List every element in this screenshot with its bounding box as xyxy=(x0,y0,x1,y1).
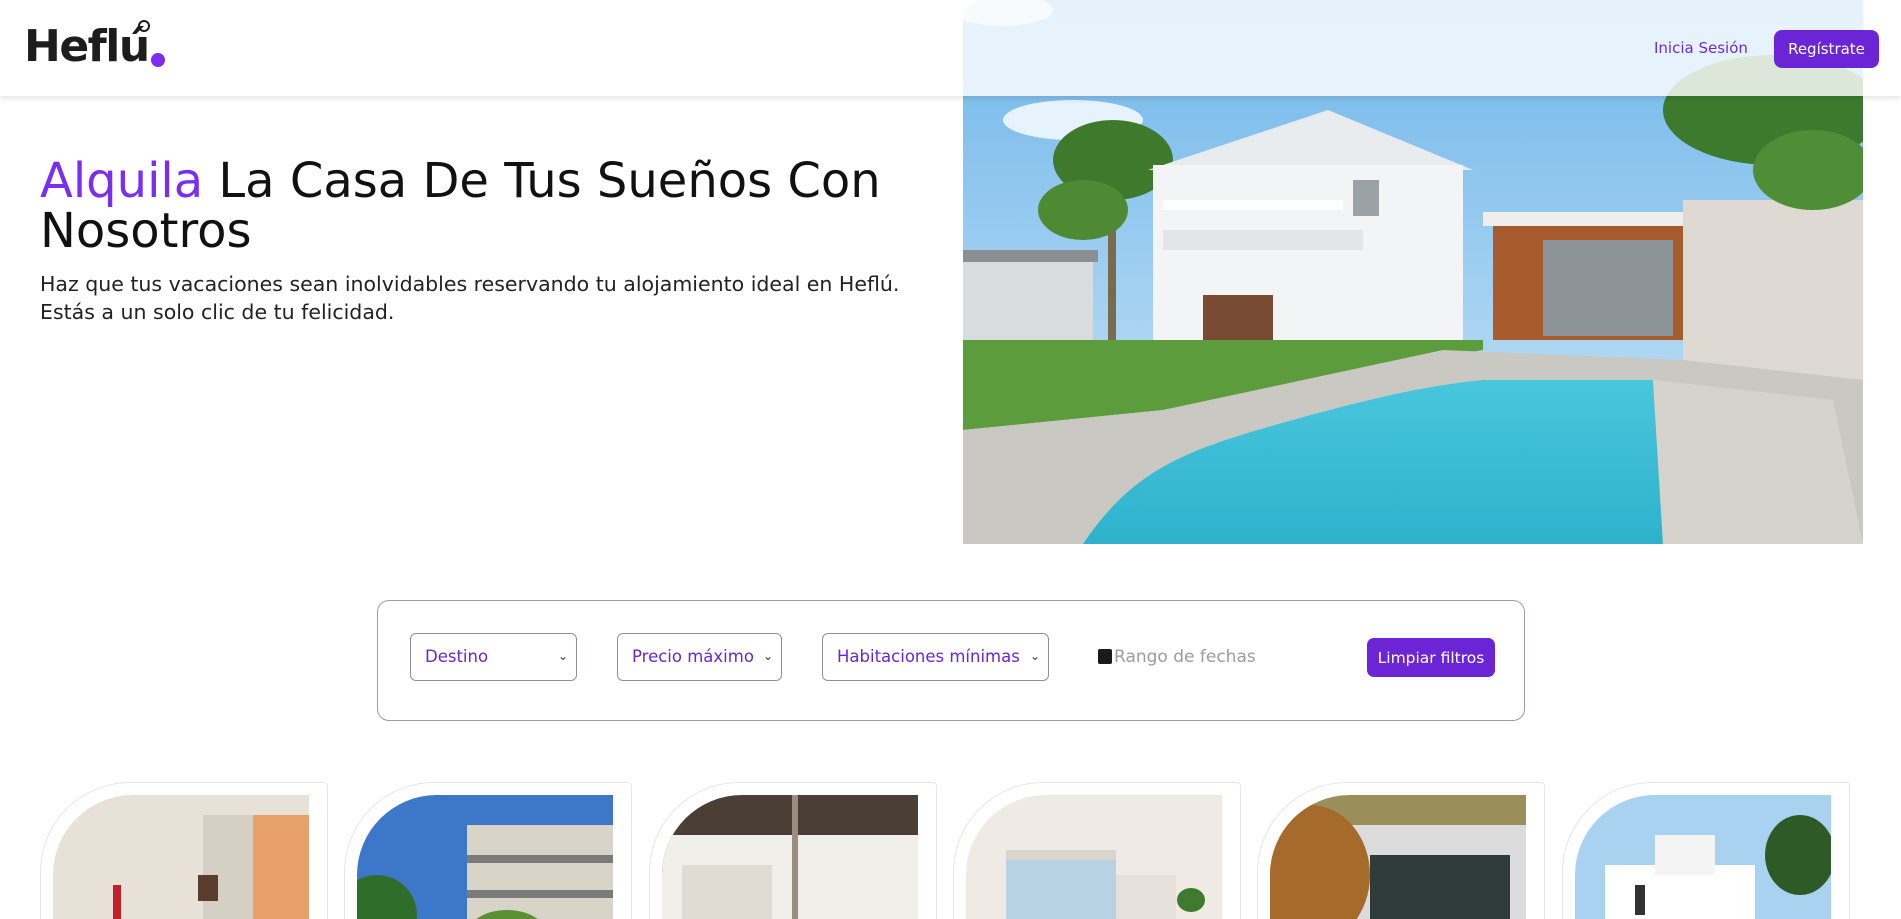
filters-panel: Destino ⌄ Precio máximo ⌄ Habitaciones m… xyxy=(377,600,1525,721)
property-image xyxy=(53,795,309,919)
register-button[interactable]: Regístrate xyxy=(1774,30,1879,68)
max-price-select-label: Precio máximo xyxy=(632,647,754,666)
clear-filters-button[interactable]: Limpiar filtros xyxy=(1367,638,1495,677)
chevron-down-icon: ⌄ xyxy=(762,649,773,663)
destination-select-label: Destino xyxy=(425,647,489,666)
logo[interactable]: Heflú xyxy=(24,20,165,72)
hero-subtitle-line: Haz que tus vacaciones sean inolvidables… xyxy=(40,272,900,296)
chevron-down-icon: ⌄ xyxy=(557,649,568,663)
hero-subtitle-line: Estás a un solo clic de tu felicidad. xyxy=(40,300,395,324)
min-rooms-select-label: Habitaciones mínimas xyxy=(837,647,1020,666)
chevron-down-icon: ⌄ xyxy=(1029,649,1040,663)
date-range-placeholder: Rango de fechas xyxy=(1114,647,1256,667)
site-header: Heflú Inicia Sesión Regístrate xyxy=(0,0,1901,96)
max-price-select[interactable]: Precio máximo ⌄ xyxy=(617,633,782,681)
property-card[interactable] xyxy=(1562,782,1850,919)
property-image xyxy=(1270,795,1526,919)
logo-text: Heflú xyxy=(24,21,150,72)
property-image xyxy=(966,795,1222,919)
hero-subtitle: Haz que tus vacaciones sean inolvidables… xyxy=(40,270,920,326)
calendar-icon xyxy=(1098,648,1112,664)
hero-title: Alquila La Casa De Tus Sueños Con Nosotr… xyxy=(40,156,940,256)
property-image xyxy=(662,795,918,919)
logo-mark xyxy=(138,20,150,32)
property-card[interactable] xyxy=(1257,782,1545,919)
destination-select[interactable]: Destino ⌄ xyxy=(410,633,577,681)
property-card[interactable] xyxy=(40,782,328,919)
property-card[interactable] xyxy=(953,782,1241,919)
login-button[interactable]: Inicia Sesión xyxy=(1640,30,1762,66)
property-card[interactable] xyxy=(649,782,937,919)
property-card[interactable] xyxy=(344,782,632,919)
logo-dot xyxy=(150,53,165,67)
date-range-input[interactable]: Rango de fechas xyxy=(1098,633,1256,681)
property-image xyxy=(357,795,613,919)
min-rooms-select[interactable]: Habitaciones mínimas ⌄ xyxy=(822,633,1049,681)
property-image xyxy=(1575,795,1831,919)
hero-title-accent: Alquila xyxy=(40,153,204,209)
